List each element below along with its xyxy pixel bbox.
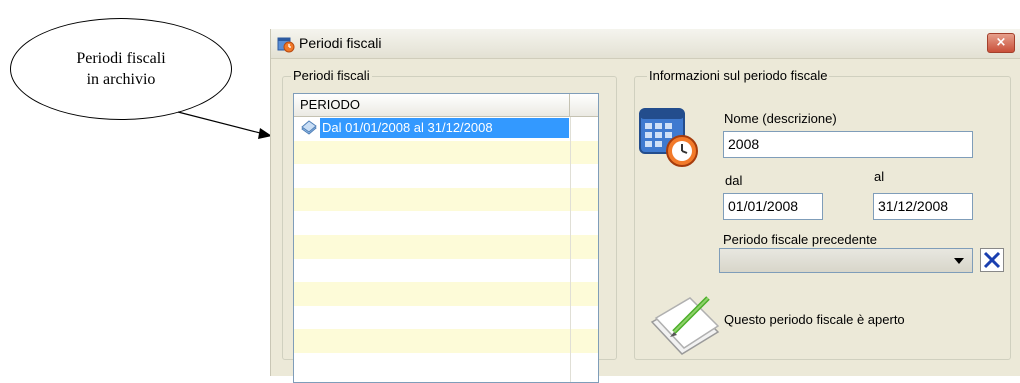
list-item[interactable] xyxy=(294,164,598,188)
name-label: Nome (descrizione) xyxy=(724,111,837,126)
list-item[interactable] xyxy=(294,235,598,259)
period-item-icon xyxy=(301,120,317,135)
periodi-listview[interactable]: PERIODO Dal 01/01/2008 al 31/12/2008 xyxy=(293,93,599,383)
column-divider xyxy=(570,117,571,382)
status-text: Questo periodo fiscale è aperto xyxy=(724,312,905,327)
close-button[interactable]: × xyxy=(987,33,1015,53)
column-header-periodo[interactable]: PERIODO xyxy=(294,94,570,116)
clear-prev-period-button[interactable] xyxy=(980,248,1004,272)
calendar-clock-icon xyxy=(639,108,698,167)
dal-label: dal xyxy=(725,173,743,188)
name-field[interactable]: 2008 xyxy=(723,131,973,158)
list-item-label[interactable]: Dal 01/01/2008 al 31/12/2008 xyxy=(320,118,569,138)
list-item[interactable] xyxy=(294,329,598,353)
prev-period-label: Periodo fiscale precedente xyxy=(723,232,877,247)
list-header: PERIODO xyxy=(294,94,598,117)
list-item[interactable] xyxy=(294,187,598,212)
app-calendar-icon xyxy=(277,37,295,53)
group-label-periodi: Periodi fiscali xyxy=(291,68,372,83)
al-date-field[interactable]: 31/12/2008 xyxy=(873,193,973,220)
clear-x-icon xyxy=(983,251,1001,269)
list-item[interactable] xyxy=(294,140,598,165)
prev-period-select[interactable] xyxy=(719,248,973,273)
chevron-down-icon[interactable] xyxy=(954,258,964,264)
dal-date-field[interactable]: 01/01/2008 xyxy=(723,193,823,220)
title-bar[interactable]: Periodi fiscali × xyxy=(271,29,1020,59)
list-item[interactable] xyxy=(294,282,598,306)
window-title: Periodi fiscali xyxy=(299,35,382,51)
notepad-pencil-icon xyxy=(650,296,720,355)
group-label-info: Informazioni sul periodo fiscale xyxy=(647,68,830,83)
list-item[interactable]: Dal 01/01/2008 al 31/12/2008 xyxy=(294,117,598,141)
al-label: al xyxy=(874,169,885,184)
list-item[interactable] xyxy=(294,306,598,330)
list-item[interactable] xyxy=(294,259,598,283)
list-item[interactable] xyxy=(294,211,598,235)
